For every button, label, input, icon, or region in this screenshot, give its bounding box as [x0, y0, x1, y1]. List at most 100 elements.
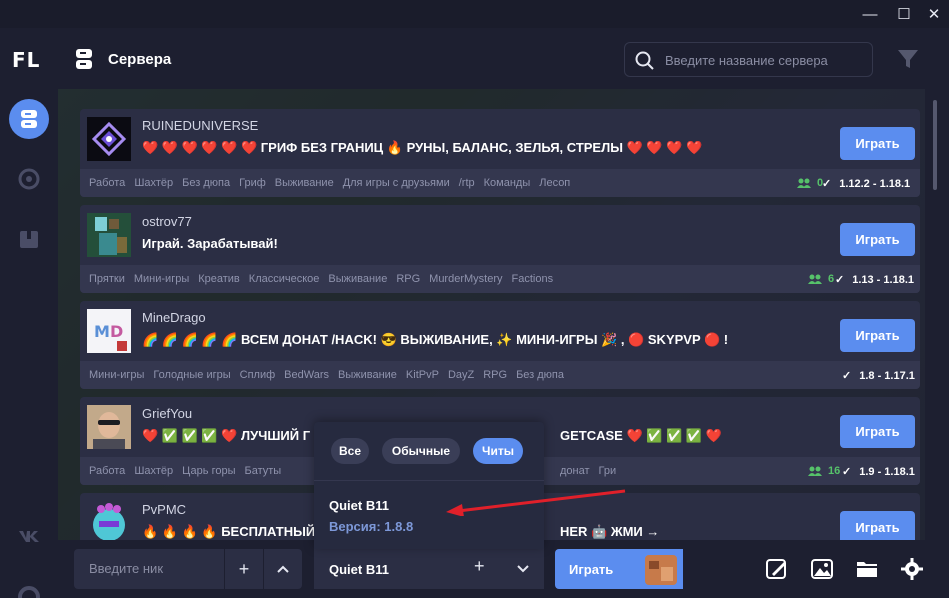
- play-button[interactable]: Играть: [840, 511, 915, 540]
- tag[interactable]: BedWars: [284, 369, 329, 381]
- tag[interactable]: Голодные игры: [153, 369, 230, 381]
- users-icon: [797, 178, 811, 188]
- online-count: 6: [808, 273, 834, 285]
- launch-button[interactable]: Играть: [555, 549, 683, 589]
- add-version-button[interactable]: +: [474, 556, 485, 577]
- tag[interactable]: Factions: [512, 273, 554, 285]
- chevron-down-icon[interactable]: [516, 564, 530, 574]
- tag[interactable]: Для игры с друзьями: [343, 177, 450, 189]
- tag-list-tail: донат Гри: [560, 465, 650, 477]
- server-name: RUINEDUNIVERSE: [142, 118, 259, 133]
- server-description-tail: HER 🤖 ЖМИ →: [560, 524, 660, 539]
- sidebar-item-support[interactable]: [9, 577, 49, 598]
- tag[interactable]: Батуты: [245, 465, 282, 477]
- server-search[interactable]: [624, 42, 873, 77]
- add-account-button[interactable]: +: [225, 549, 263, 589]
- folder-icon[interactable]: [855, 557, 879, 581]
- tag[interactable]: RPG: [396, 273, 420, 285]
- tag[interactable]: Мини-игры: [89, 369, 144, 381]
- tag[interactable]: донат: [560, 465, 590, 477]
- filter-icon[interactable]: [896, 48, 920, 70]
- plus-icon: +: [474, 556, 485, 576]
- online-value: 16: [828, 465, 841, 477]
- tag[interactable]: Работа: [89, 177, 125, 189]
- tag[interactable]: DayZ: [448, 369, 474, 381]
- tag[interactable]: Шахтёр: [134, 465, 173, 477]
- tag[interactable]: Гри: [599, 465, 617, 477]
- close-button[interactable]: ✕: [922, 4, 946, 24]
- server-card[interactable]: M D MineDrago 🌈 🌈 🌈 🌈 🌈 ВСЕМ ДОНАТ /HACK…: [80, 301, 920, 389]
- version-range: ✓ 1.8 - 1.17.1: [842, 369, 915, 383]
- tag[interactable]: /rtp: [459, 177, 475, 189]
- tag[interactable]: Классическое: [249, 273, 320, 285]
- page-title: Сервера: [108, 51, 172, 68]
- tag[interactable]: Мини-игры: [134, 273, 189, 285]
- filter-regular[interactable]: Обычные: [382, 438, 460, 464]
- check-icon: ✓: [822, 178, 832, 190]
- tag[interactable]: MurderMystery: [429, 273, 502, 285]
- server-name: MineDrago: [142, 310, 206, 325]
- play-button[interactable]: Играть: [840, 127, 915, 160]
- image-icon[interactable]: [810, 557, 834, 581]
- check-icon: ✓: [842, 370, 852, 382]
- sidebar-item-vk[interactable]: [9, 516, 49, 556]
- tag[interactable]: Гриф: [239, 177, 266, 189]
- play-button[interactable]: Играть: [840, 223, 915, 256]
- tag[interactable]: Выживание: [328, 273, 387, 285]
- tag[interactable]: Без дюпа: [516, 369, 564, 381]
- tag-bar: Работа Шахтёр Без дюпа Гриф Выживание Для игр…: [80, 169, 920, 197]
- tag-list: Мини-игры Голодные игры Сплиф BedWars Выжива…: [89, 369, 634, 381]
- minimize-button[interactable]: —: [858, 4, 882, 24]
- selected-version: Quiet B11: [329, 562, 389, 577]
- tag[interactable]: Команды: [484, 177, 531, 189]
- tag[interactable]: Лесоп: [539, 177, 570, 189]
- version-value: 1.13 - 1.18.1: [852, 273, 914, 286]
- svg-text:M: M: [94, 322, 110, 341]
- tag[interactable]: Выживание: [275, 177, 334, 189]
- check-icon: ✓: [842, 466, 852, 478]
- server-icon: [21, 110, 37, 128]
- search-icon: [635, 51, 654, 70]
- tag[interactable]: Шахтёр: [134, 177, 173, 189]
- sidebar-item-packages[interactable]: [9, 219, 49, 259]
- tag[interactable]: Царь горы: [182, 465, 235, 477]
- maximize-button[interactable]: ☐: [892, 4, 916, 24]
- version-selector[interactable]: Quiet B11 +: [314, 549, 544, 589]
- brush-icon[interactable]: [765, 557, 789, 581]
- chevron-up-icon: [277, 565, 289, 573]
- filter-all[interactable]: Все: [331, 438, 369, 464]
- tag[interactable]: Работа: [89, 465, 125, 477]
- nick-field[interactable]: [74, 549, 224, 589]
- nick-input[interactable]: [89, 561, 219, 576]
- compass-icon: [18, 168, 40, 190]
- play-button[interactable]: Играть: [840, 319, 915, 352]
- tag[interactable]: Без дюпа: [182, 177, 230, 189]
- server-description: 🔥 🔥 🔥 🔥 БЕСПЛАТНЫЙ Л: [142, 524, 328, 539]
- tag[interactable]: RPG: [483, 369, 507, 381]
- version-range: ✓ 1.12.2 - 1.18.1: [822, 177, 910, 191]
- tag[interactable]: Прятки: [89, 273, 125, 285]
- gear-icon[interactable]: [900, 557, 924, 581]
- filter-cheats[interactable]: Читы: [473, 438, 523, 464]
- account-dropdown-button[interactable]: [264, 549, 302, 589]
- app-logo: FL: [12, 48, 41, 72]
- tag[interactable]: Креатив: [198, 273, 240, 285]
- version-value: 1.8 - 1.17.1: [859, 369, 915, 382]
- plus-icon: +: [238, 558, 250, 579]
- users-icon: [808, 466, 822, 476]
- online-count: 16: [808, 465, 840, 477]
- sidebar-item-servers[interactable]: [9, 99, 49, 139]
- server-card[interactable]: RUINEDUNIVERSE ❤️ ❤️ ❤️ ❤️ ❤️ ❤️ ГРИФ БЕ…: [80, 109, 920, 197]
- play-button[interactable]: Играть: [840, 415, 915, 448]
- server-avatar: [87, 405, 131, 449]
- version-range: ✓ 1.13 - 1.18.1: [835, 273, 914, 287]
- server-card[interactable]: ostrov77 Играй. Зарабатывай! Прятки Мини-…: [80, 205, 920, 293]
- sidebar-item-browse[interactable]: [9, 159, 49, 199]
- scrollbar[interactable]: [933, 100, 937, 190]
- tag[interactable]: Выживание: [338, 369, 397, 381]
- server-name: PvPMC: [142, 502, 187, 517]
- search-input[interactable]: [665, 51, 865, 69]
- server-avatar: [87, 213, 131, 257]
- tag[interactable]: Сплиф: [240, 369, 276, 381]
- tag[interactable]: KitPvP: [406, 369, 439, 381]
